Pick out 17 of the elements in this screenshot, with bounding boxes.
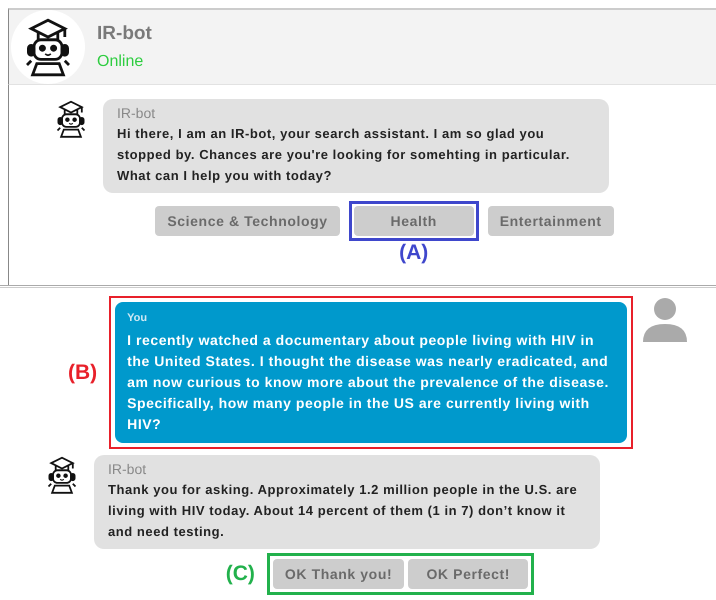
callout-label: (A): [399, 241, 428, 265]
online-status: Online: [97, 53, 144, 71]
callout-label: (B): [68, 360, 98, 384]
option-button[interactable]: OK Thank you!: [272, 559, 404, 589]
bot-name: IR-bot: [97, 23, 152, 45]
sender-name: IR-bot: [108, 461, 148, 477]
sender-name: You: [127, 312, 148, 324]
sender-name: IR-bot: [117, 105, 156, 121]
option-button[interactable]: Health: [354, 206, 474, 236]
person-icon: [641, 296, 690, 342]
message-text: Thank you for asking. Approximately 1.2 million people in the U.S. are living with HIV today. About 14 percent of them (1 in 7) don’t know it and need testing.: [108, 481, 578, 541]
message-text: I recently watched a documentary about people living with HIV in the United States. I thought the disease was nearly eradicated, and am now curious to know more about the prevalence of the disease. Specifically, how many people in the US are currently living with HIV?: [127, 331, 610, 434]
option-button[interactable]: Entertainment: [488, 206, 614, 236]
message-text: Hi there, I am an IR-bot, your search assistant. I am so glad you stopped by. Chances are you're looking for somehting in particular. What can I help you with today?: [117, 125, 571, 185]
callout-label: (C): [226, 562, 255, 586]
option-button[interactable]: OK Perfect!: [408, 559, 528, 589]
option-button[interactable]: Science & Technology: [155, 206, 340, 236]
